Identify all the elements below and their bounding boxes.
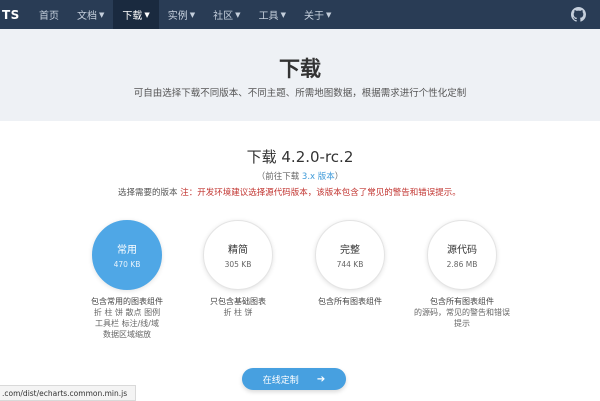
option-description: 包含所有图表组件: [290, 296, 410, 307]
option-simple-circle[interactable]: 精简 305 KB: [203, 220, 273, 290]
option-size: 470 KB: [113, 260, 141, 269]
option-desc-main: 包含所有图表组件: [430, 297, 494, 306]
option-source-circle[interactable]: 源代码 2.86 MB: [427, 220, 497, 290]
hero-banner: 下载 可自由选择下载不同版本、不同主题、所需地图数据，根据需求进行个性化定制: [0, 29, 600, 121]
option-desc-line: 折 柱 饼 散点 图例: [93, 308, 161, 317]
notice-prefix: 选择需要的版本: [118, 188, 181, 198]
option-size: 305 KB: [224, 260, 252, 269]
nav-item-label: 实例: [167, 11, 188, 22]
nav-item-home[interactable]: 首页: [30, 0, 68, 29]
option-name: 精简: [228, 245, 248, 256]
prev-version-link[interactable]: 3.x 版本: [302, 172, 335, 182]
option-name: 完整: [340, 245, 360, 256]
github-icon[interactable]: [571, 7, 586, 22]
option-desc-line: 提示: [454, 319, 470, 328]
page-subtitle: 可自由选择下载不同版本、不同主题、所需地图数据，根据需求进行个性化定制: [133, 88, 467, 99]
prev-suffix: ）: [334, 172, 344, 182]
cta-label: 在线定制: [262, 375, 299, 386]
caret-down-icon: ▼: [325, 10, 332, 19]
top-navbar: TS 首页 文档 ▼ 下载 ▼ 实例 ▼ 社区 ▼ 工具 ▼ 关于 ▼: [0, 0, 600, 29]
option-desc-line: 折 柱 饼: [223, 308, 253, 317]
notice-warning: 注：开发环境建议选择源代码版本，该版本包含了常见的警告和错误提示。: [180, 188, 461, 198]
nav-item-examples[interactable]: 实例 ▼: [159, 0, 204, 29]
caret-down-icon: ▼: [280, 10, 286, 19]
nav-item-label: 工具: [258, 11, 279, 22]
nav-item-tools[interactable]: 工具 ▼: [250, 0, 295, 29]
option-name: 源代码: [447, 245, 477, 256]
option-common-circle[interactable]: 常用 470 KB: [92, 220, 162, 290]
nav-item-label: 关于: [303, 11, 324, 22]
option-size: 2.86 MB: [446, 260, 478, 269]
page-title: 下载: [279, 57, 321, 81]
option-common: 常用 470 KB 包含常用的图表组件 折 柱 饼 散点 图例 工具栏 标注/线…: [67, 220, 187, 340]
option-full-circle[interactable]: 完整 744 KB: [315, 220, 385, 290]
option-description: 只包含基础图表 折 柱 饼: [178, 296, 298, 318]
version-notice: 选择需要的版本 注：开发环境建议选择源代码版本，该版本包含了常见的警告和错误提示…: [118, 186, 461, 198]
status-bar-url: .com/dist/echarts.common.min.js: [0, 385, 137, 401]
nav-item-label: 下载: [122, 11, 143, 22]
nav-item-community[interactable]: 社区 ▼: [204, 0, 249, 29]
prev-prefix: （前往下载: [256, 172, 302, 182]
caret-down-icon: ▼: [189, 10, 196, 19]
option-desc-line: 数据区域缩放: [103, 330, 151, 339]
nav-item-download[interactable]: 下载 ▼: [113, 0, 159, 29]
brand-logo[interactable]: TS: [0, 8, 30, 22]
caret-down-icon: ▼: [144, 10, 150, 19]
previous-version-note: （前往下载 3.x 版本）: [0, 170, 600, 182]
option-desc-main: 只包含基础图表: [210, 297, 266, 306]
option-full: 完整 744 KB 包含所有图表组件: [290, 220, 410, 307]
option-size: 744 KB: [336, 260, 364, 269]
version-title: 下载 4.2.0-rc.2: [246, 148, 354, 166]
option-source: 源代码 2.86 MB 包含所有图表组件 的源码，常见的警告和错误 提示: [402, 220, 522, 329]
nav-item-label: 社区: [213, 11, 234, 22]
option-simple: 精简 305 KB 只包含基础图表 折 柱 饼: [178, 220, 298, 318]
caret-down-icon: ▼: [99, 10, 105, 19]
option-description: 包含所有图表组件 的源码，常见的警告和错误 提示: [402, 296, 522, 329]
custom-build-button[interactable]: 在线定制 ➔: [242, 368, 346, 390]
caret-down-icon: ▼: [235, 10, 241, 19]
option-desc-line: 工具栏 标注/线/域: [95, 319, 159, 328]
option-desc-main: 包含所有图表组件: [318, 297, 382, 306]
nav-item-label: 首页: [39, 11, 59, 22]
option-description: 包含常用的图表组件 折 柱 饼 散点 图例 工具栏 标注/线/域 数据区域缩放: [67, 296, 187, 340]
option-desc-line: 的源码，常见的警告和错误: [414, 308, 510, 317]
nav-item-docs[interactable]: 文档 ▼: [68, 0, 113, 29]
option-desc-main: 包含常用的图表组件: [91, 297, 163, 306]
option-name: 常用: [117, 245, 137, 256]
nav-item-about[interactable]: 关于 ▼: [295, 0, 340, 29]
nav-item-label: 文档: [77, 11, 97, 22]
arrow-right-icon: ➔: [316, 373, 326, 385]
